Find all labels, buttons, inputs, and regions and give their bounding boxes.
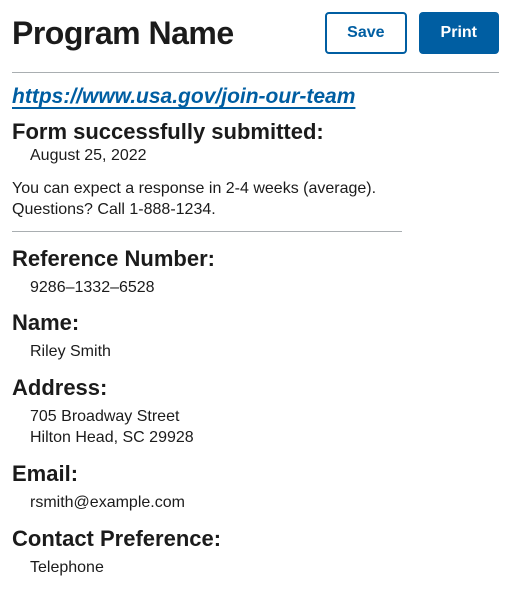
field-address: Address: 705 Broadway Street Hilton Head…	[12, 375, 499, 449]
contact-label: Contact Preference:	[12, 526, 499, 552]
intro-text: You can expect a response in 2-4 weeks (…	[12, 179, 402, 221]
field-reference: Reference Number: 9286–1332–6528	[12, 246, 499, 299]
address-line-1: 705 Broadway Street	[30, 408, 179, 425]
intro-block: Form successfully submitted: August 25, …	[12, 119, 402, 232]
save-button[interactable]: Save	[325, 12, 406, 54]
contact-value: Telephone	[30, 558, 499, 579]
intro-date: August 25, 2022	[30, 147, 402, 165]
email-value: rsmith@example.com	[30, 493, 499, 514]
header-row: Program Name Save Print	[12, 12, 499, 73]
intro-line-1: You can expect a response in 2-4 weeks (…	[12, 180, 376, 197]
intro-line-2: Questions? Call 1-888-1234.	[12, 201, 216, 218]
field-email: Email: rsmith@example.com	[12, 461, 499, 514]
email-label: Email:	[12, 461, 499, 487]
address-label: Address:	[12, 375, 499, 401]
reference-value: 9286–1332–6528	[30, 278, 499, 299]
name-value: Riley Smith	[30, 342, 499, 363]
program-link[interactable]: https://www.usa.gov/join-our-team	[12, 85, 355, 109]
reference-label: Reference Number:	[12, 246, 499, 272]
field-contact: Contact Preference: Telephone	[12, 526, 499, 579]
button-group: Save Print	[325, 12, 499, 54]
page-title: Program Name	[12, 15, 234, 52]
field-name: Name: Riley Smith	[12, 310, 499, 363]
print-button[interactable]: Print	[419, 12, 499, 54]
address-line-2: Hilton Head, SC 29928	[30, 429, 194, 446]
intro-heading: Form successfully submitted:	[12, 119, 402, 145]
name-label: Name:	[12, 310, 499, 336]
address-value: 705 Broadway Street Hilton Head, SC 2992…	[30, 407, 499, 449]
